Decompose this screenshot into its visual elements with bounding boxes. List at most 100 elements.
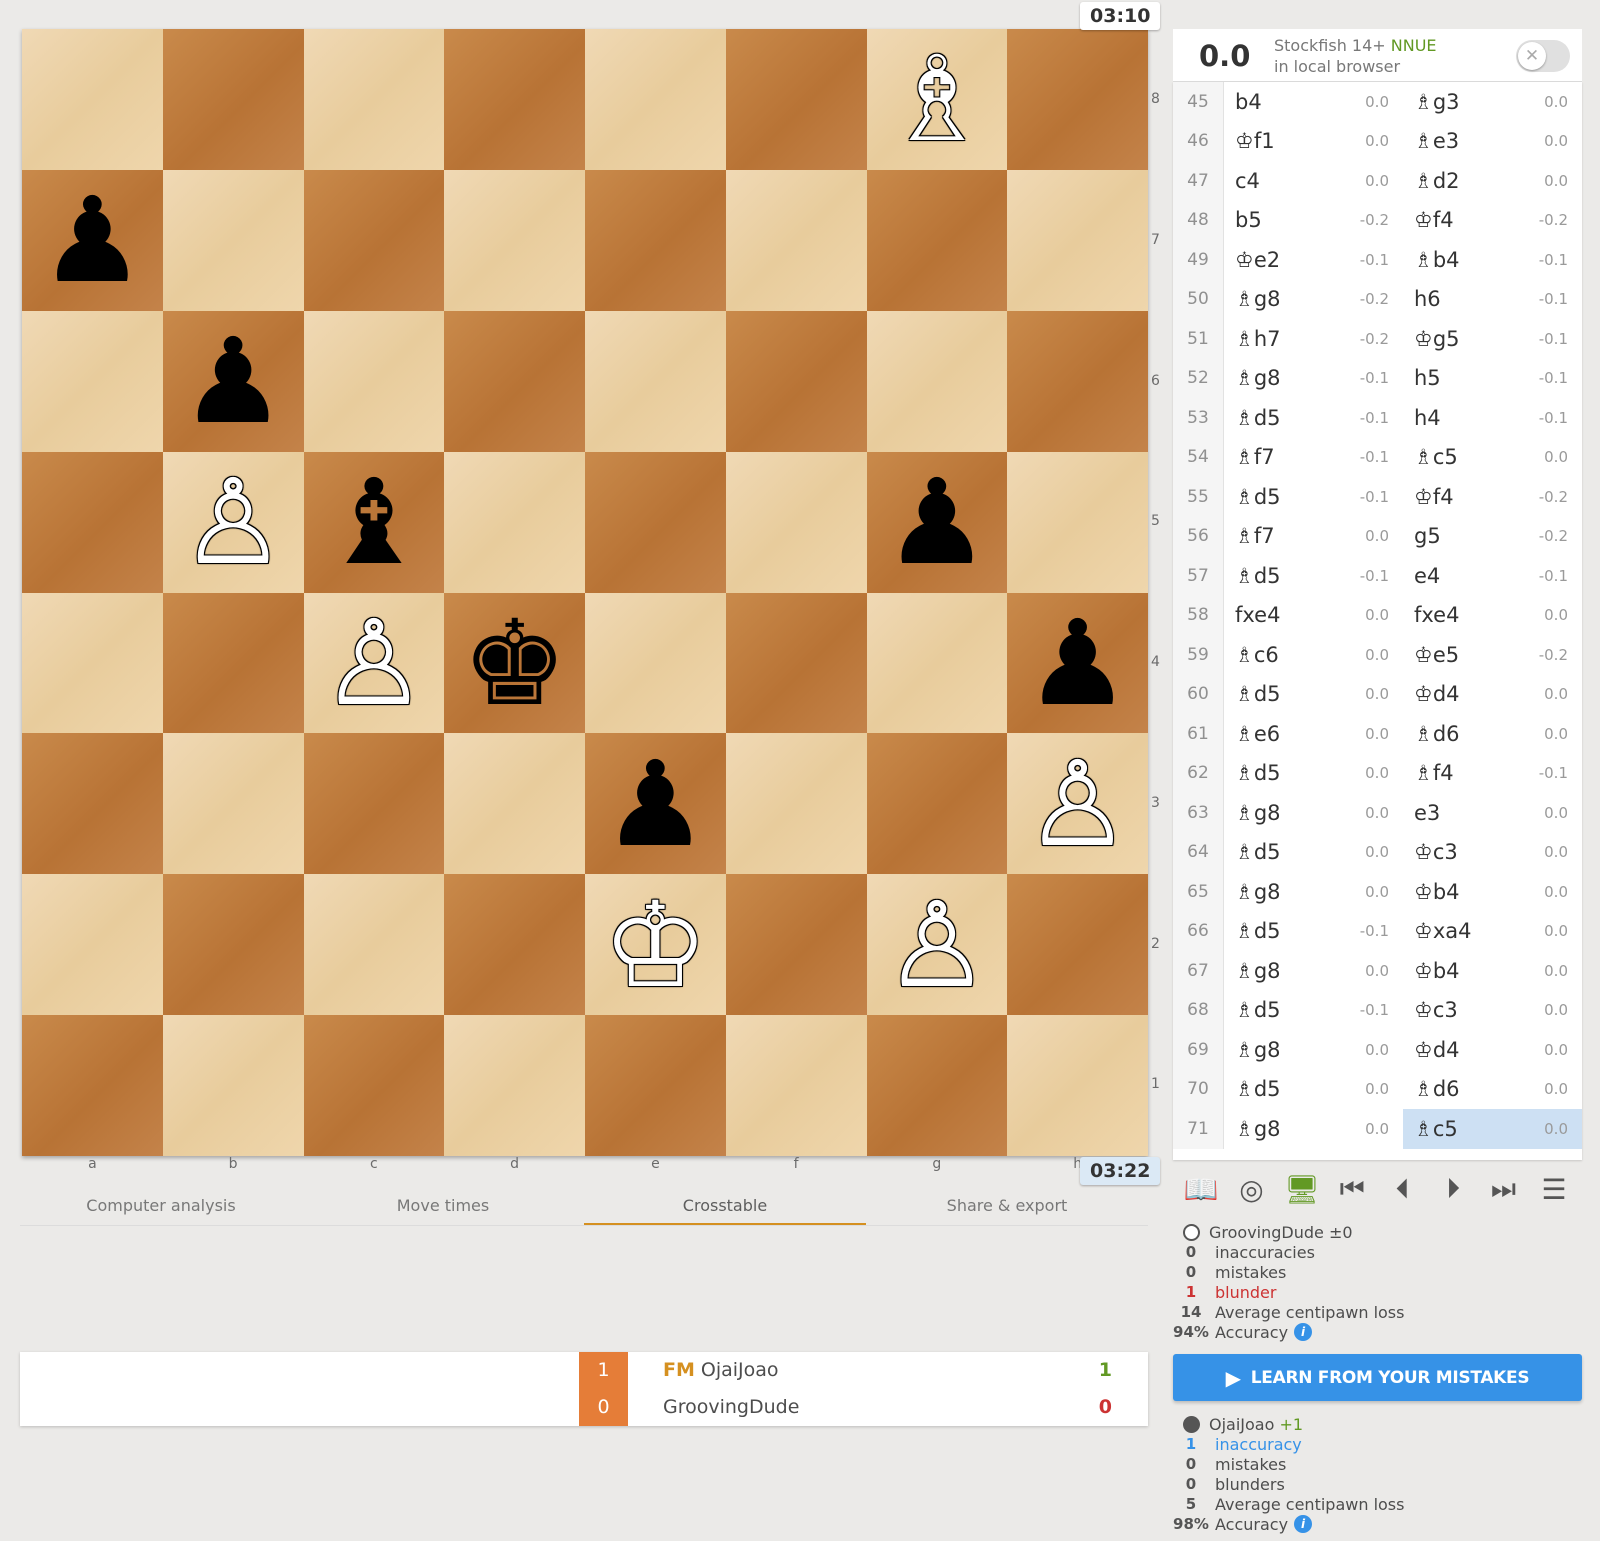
square-a1[interactable] — [22, 1015, 163, 1156]
black-move[interactable]: e4 -0.1 — [1403, 556, 1582, 596]
black-move[interactable]: ♔c3 0.0 — [1403, 833, 1582, 873]
black-move[interactable]: h6 -0.1 — [1403, 280, 1582, 320]
square-c1[interactable] — [303, 1015, 445, 1156]
square-a4[interactable] — [22, 592, 163, 734]
white-move[interactable]: ♗e6 0.0 — [1224, 714, 1403, 754]
black-king-piece[interactable]: ♚ — [462, 604, 568, 722]
black-pawn-piece[interactable]: ♟ — [180, 322, 286, 440]
square-c3[interactable] — [303, 733, 445, 875]
black-move[interactable]: ♔c3 0.0 — [1403, 991, 1582, 1031]
prev-icon[interactable]: ⏴ — [1385, 1172, 1421, 1206]
white-move[interactable]: ♗d5 -0.1 — [1224, 398, 1403, 438]
player-link[interactable]: FM OjaiJoao — [663, 1359, 779, 1381]
square-g6[interactable] — [866, 310, 1008, 452]
last-icon[interactable]: ⏭ — [1486, 1172, 1522, 1206]
white-move[interactable]: ♔e2 -0.1 — [1224, 240, 1403, 280]
square-h6[interactable] — [1007, 310, 1148, 452]
square-b4[interactable] — [162, 592, 304, 734]
square-f8[interactable] — [725, 29, 867, 170]
first-icon[interactable]: ⏮ — [1334, 1172, 1370, 1206]
square-c7[interactable] — [303, 169, 445, 311]
square-d4[interactable]: ♚ — [444, 592, 585, 734]
player-link[interactable]: GroovingDude — [663, 1396, 799, 1418]
black-pawn-piece[interactable]: ♟ — [602, 745, 708, 863]
square-g1[interactable] — [866, 1015, 1008, 1156]
square-h2[interactable] — [1007, 874, 1148, 1016]
square-b8[interactable] — [162, 29, 304, 170]
square-d8[interactable] — [444, 29, 585, 170]
computer-icon[interactable]: 🖥 — [1284, 1173, 1320, 1206]
black-move[interactable]: ♗d2 0.0 — [1403, 161, 1582, 201]
square-b5[interactable]: ♙ — [162, 451, 304, 593]
black-move[interactable]: ♔xa4 0.0 — [1403, 912, 1582, 952]
chess-board[interactable]: ♗ ♟ ♟ ♙ ♝ ♟ ♙ ♚ ♟ ♟ ♙ ♔ ♙ — [22, 29, 1148, 1156]
black-move[interactable]: fxe4 0.0 — [1403, 596, 1582, 636]
white-move[interactable]: b5 -0.2 — [1224, 201, 1403, 241]
white-move[interactable]: ♗d5 -0.1 — [1224, 912, 1403, 952]
summary-row[interactable]: 0 inaccuracies — [1173, 1242, 1582, 1262]
black-pawn-piece[interactable]: ♟ — [884, 463, 990, 581]
black-move[interactable]: ♔d4 0.0 — [1403, 675, 1582, 715]
summary-row[interactable]: 1 inaccuracy — [1173, 1434, 1582, 1454]
black-move[interactable]: ♗b4 -0.1 — [1403, 240, 1582, 280]
square-d5[interactable] — [444, 451, 585, 593]
black-move[interactable]: ♗f4 -0.1 — [1403, 754, 1582, 794]
white-pawn-piece[interactable]: ♙ — [180, 463, 286, 581]
info-icon[interactable]: i — [1294, 1323, 1313, 1341]
black-pawn-piece[interactable]: ♟ — [39, 181, 145, 299]
square-e2[interactable]: ♔ — [585, 874, 726, 1016]
black-move[interactable]: ♔f4 -0.2 — [1403, 201, 1582, 241]
black-move[interactable]: ♔b4 0.0 — [1403, 872, 1582, 912]
square-h8[interactable] — [1007, 29, 1148, 170]
square-h4[interactable]: ♟ — [1007, 592, 1148, 734]
tab-move-times[interactable]: Move times — [302, 1190, 584, 1225]
summary-row[interactable]: 0 mistakes — [1173, 1262, 1582, 1282]
square-a7[interactable]: ♟ — [22, 169, 163, 311]
white-move[interactable]: ♗g8 0.0 — [1224, 1030, 1403, 1070]
learn-from-mistakes-button[interactable]: ▶ Learn from your mistakes — [1173, 1354, 1582, 1401]
white-move[interactable]: ♗d5 -0.1 — [1224, 991, 1403, 1031]
black-move[interactable]: h4 -0.1 — [1403, 398, 1582, 438]
square-g7[interactable] — [866, 169, 1008, 311]
black-move[interactable]: ♔b4 0.0 — [1403, 951, 1582, 991]
square-f2[interactable] — [725, 874, 867, 1016]
square-e8[interactable] — [585, 29, 726, 170]
square-h3[interactable]: ♙ — [1007, 733, 1148, 875]
square-h1[interactable] — [1007, 1015, 1148, 1156]
square-b2[interactable] — [162, 874, 304, 1016]
square-g2[interactable]: ♙ — [866, 874, 1008, 1016]
white-move[interactable]: fxe4 0.0 — [1224, 596, 1403, 636]
square-a8[interactable] — [22, 29, 163, 170]
white-move[interactable]: ♗g8 0.0 — [1224, 1109, 1403, 1149]
black-move[interactable]: ♔e5 -0.2 — [1403, 635, 1582, 675]
square-e4[interactable] — [585, 592, 726, 734]
next-icon[interactable]: ⏵ — [1435, 1172, 1471, 1206]
tab-computer-analysis[interactable]: Computer analysis — [20, 1190, 302, 1225]
square-e3[interactable]: ♟ — [585, 733, 726, 875]
summary-player[interactable]: GroovingDude — [1209, 1223, 1324, 1242]
square-c8[interactable] — [303, 29, 445, 170]
white-move[interactable]: ♗g8 0.0 — [1224, 872, 1403, 912]
white-pawn-piece[interactable]: ♙ — [1025, 745, 1131, 863]
book-icon[interactable]: 📖 — [1183, 1173, 1219, 1206]
black-move[interactable]: e3 0.0 — [1403, 793, 1582, 833]
white-king-piece[interactable]: ♔ — [602, 886, 708, 1004]
white-pawn-piece[interactable]: ♙ — [884, 886, 990, 1004]
white-move[interactable]: ♗d5 -0.1 — [1224, 477, 1403, 517]
square-f3[interactable] — [725, 733, 867, 875]
square-c5[interactable]: ♝ — [303, 451, 445, 593]
white-move[interactable]: ♗d5 -0.1 — [1224, 556, 1403, 596]
square-e1[interactable] — [585, 1015, 726, 1156]
menu-icon[interactable]: ☰ — [1536, 1173, 1572, 1206]
square-b7[interactable] — [162, 169, 304, 311]
black-move[interactable]: ♔d4 0.0 — [1403, 1030, 1582, 1070]
square-b6[interactable]: ♟ — [162, 310, 304, 452]
white-bishop-piece[interactable]: ♗ — [884, 40, 990, 158]
square-e5[interactable] — [585, 451, 726, 593]
square-c6[interactable] — [303, 310, 445, 452]
white-move[interactable]: ♗g8 0.0 — [1224, 951, 1403, 991]
info-icon[interactable]: i — [1294, 1515, 1313, 1533]
tab-crosstable[interactable]: Crosstable — [584, 1190, 866, 1225]
square-d3[interactable] — [444, 733, 585, 875]
target-icon[interactable]: ◎ — [1233, 1173, 1269, 1206]
